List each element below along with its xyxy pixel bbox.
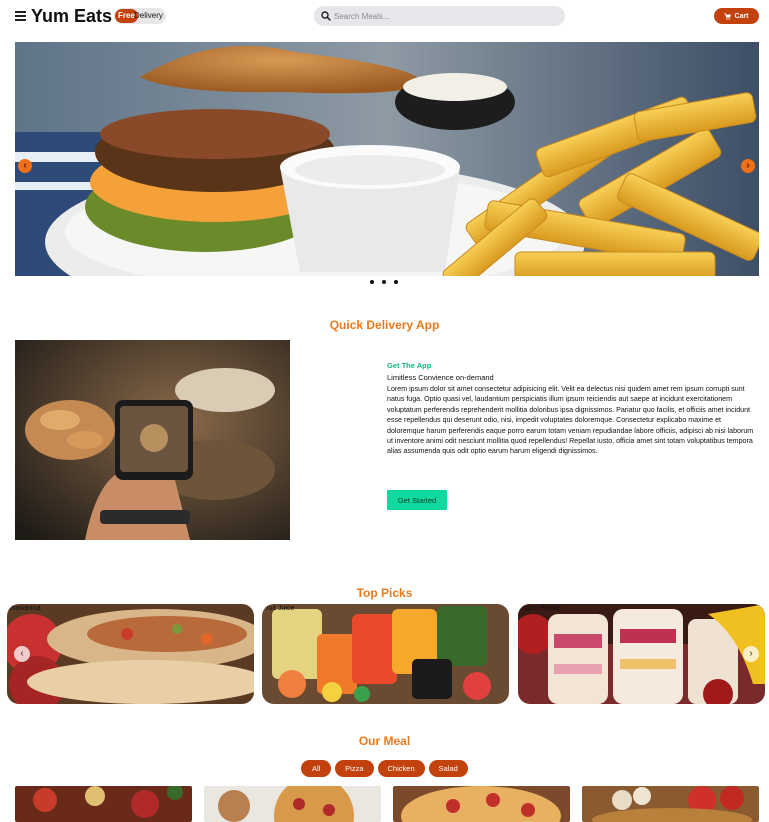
search-input[interactable] — [334, 8, 554, 24]
pick-card-shawarma[interactable]: Shawarma — [7, 604, 254, 704]
app-eyebrow: Get The App — [387, 361, 432, 370]
carousel-dot[interactable] — [394, 280, 398, 284]
pick-label: Shawarma — [7, 605, 41, 612]
brand-logo[interactable]: Yum Eats — [31, 6, 112, 27]
hero-carousel: ‹ › — [15, 42, 759, 276]
carousel-indicators — [370, 278, 398, 286]
our-meal-title: Our Meal — [358, 734, 411, 748]
top-picks-carousel: Shawarma Fruit Juice Yogurt Parfait ‹ › — [7, 604, 766, 704]
app-subtitle: Limitless Convience on-demand — [387, 373, 494, 382]
hero-burger-image — [15, 42, 759, 276]
filter-salad-button[interactable]: Salad — [428, 760, 468, 777]
meal-card[interactable] — [15, 786, 192, 822]
hero-prev-button[interactable]: ‹ — [18, 159, 32, 173]
get-started-button[interactable]: Get Started — [387, 490, 447, 510]
top-nav: Yum Eats Free Delivery Cart — [0, 0, 769, 34]
cart-icon — [724, 12, 732, 20]
cart-label: Cart — [734, 12, 749, 20]
app-phone-image — [15, 340, 290, 540]
cart-button[interactable]: Cart — [714, 8, 759, 24]
carousel-dot[interactable] — [370, 280, 374, 284]
picks-next-button[interactable]: › — [743, 646, 759, 662]
carousel-dot[interactable] — [382, 280, 386, 284]
filter-chicken-button[interactable]: Chicken — [377, 760, 425, 777]
search-bar[interactable] — [314, 6, 565, 26]
pick-label: Fruit Juice — [262, 605, 295, 612]
hero-next-button[interactable]: › — [741, 159, 755, 173]
free-delivery-badge: Free Delivery — [114, 8, 166, 24]
app-body-text: Lorem ipsum dolor sit amet consectetur a… — [387, 385, 754, 456]
meal-card[interactable] — [204, 786, 381, 822]
filter-all-button[interactable]: All — [301, 760, 332, 777]
pick-card-yogurt-parfait[interactable]: Yogurt Parfait — [518, 604, 765, 704]
pick-label: Yogurt Parfait — [518, 605, 561, 612]
app-description: Get The App Limitless Convience on-deman… — [387, 361, 759, 457]
search-icon — [321, 11, 331, 21]
filter-pizza-button[interactable]: Pizza — [335, 760, 374, 777]
pick-card-fruit-juice[interactable]: Fruit Juice — [262, 604, 509, 704]
top-picks-title: Top Picks — [356, 586, 413, 600]
meal-filter-group: All Pizza Chicken Salad — [0, 760, 769, 777]
hamburger-menu-icon[interactable] — [15, 11, 26, 21]
app-section-title: Quick Delivery App — [329, 318, 440, 332]
meal-card[interactable] — [582, 786, 759, 822]
meal-card[interactable] — [393, 786, 570, 822]
badge-delivery: Delivery — [134, 11, 163, 20]
picks-prev-button[interactable]: ‹ — [14, 646, 30, 662]
